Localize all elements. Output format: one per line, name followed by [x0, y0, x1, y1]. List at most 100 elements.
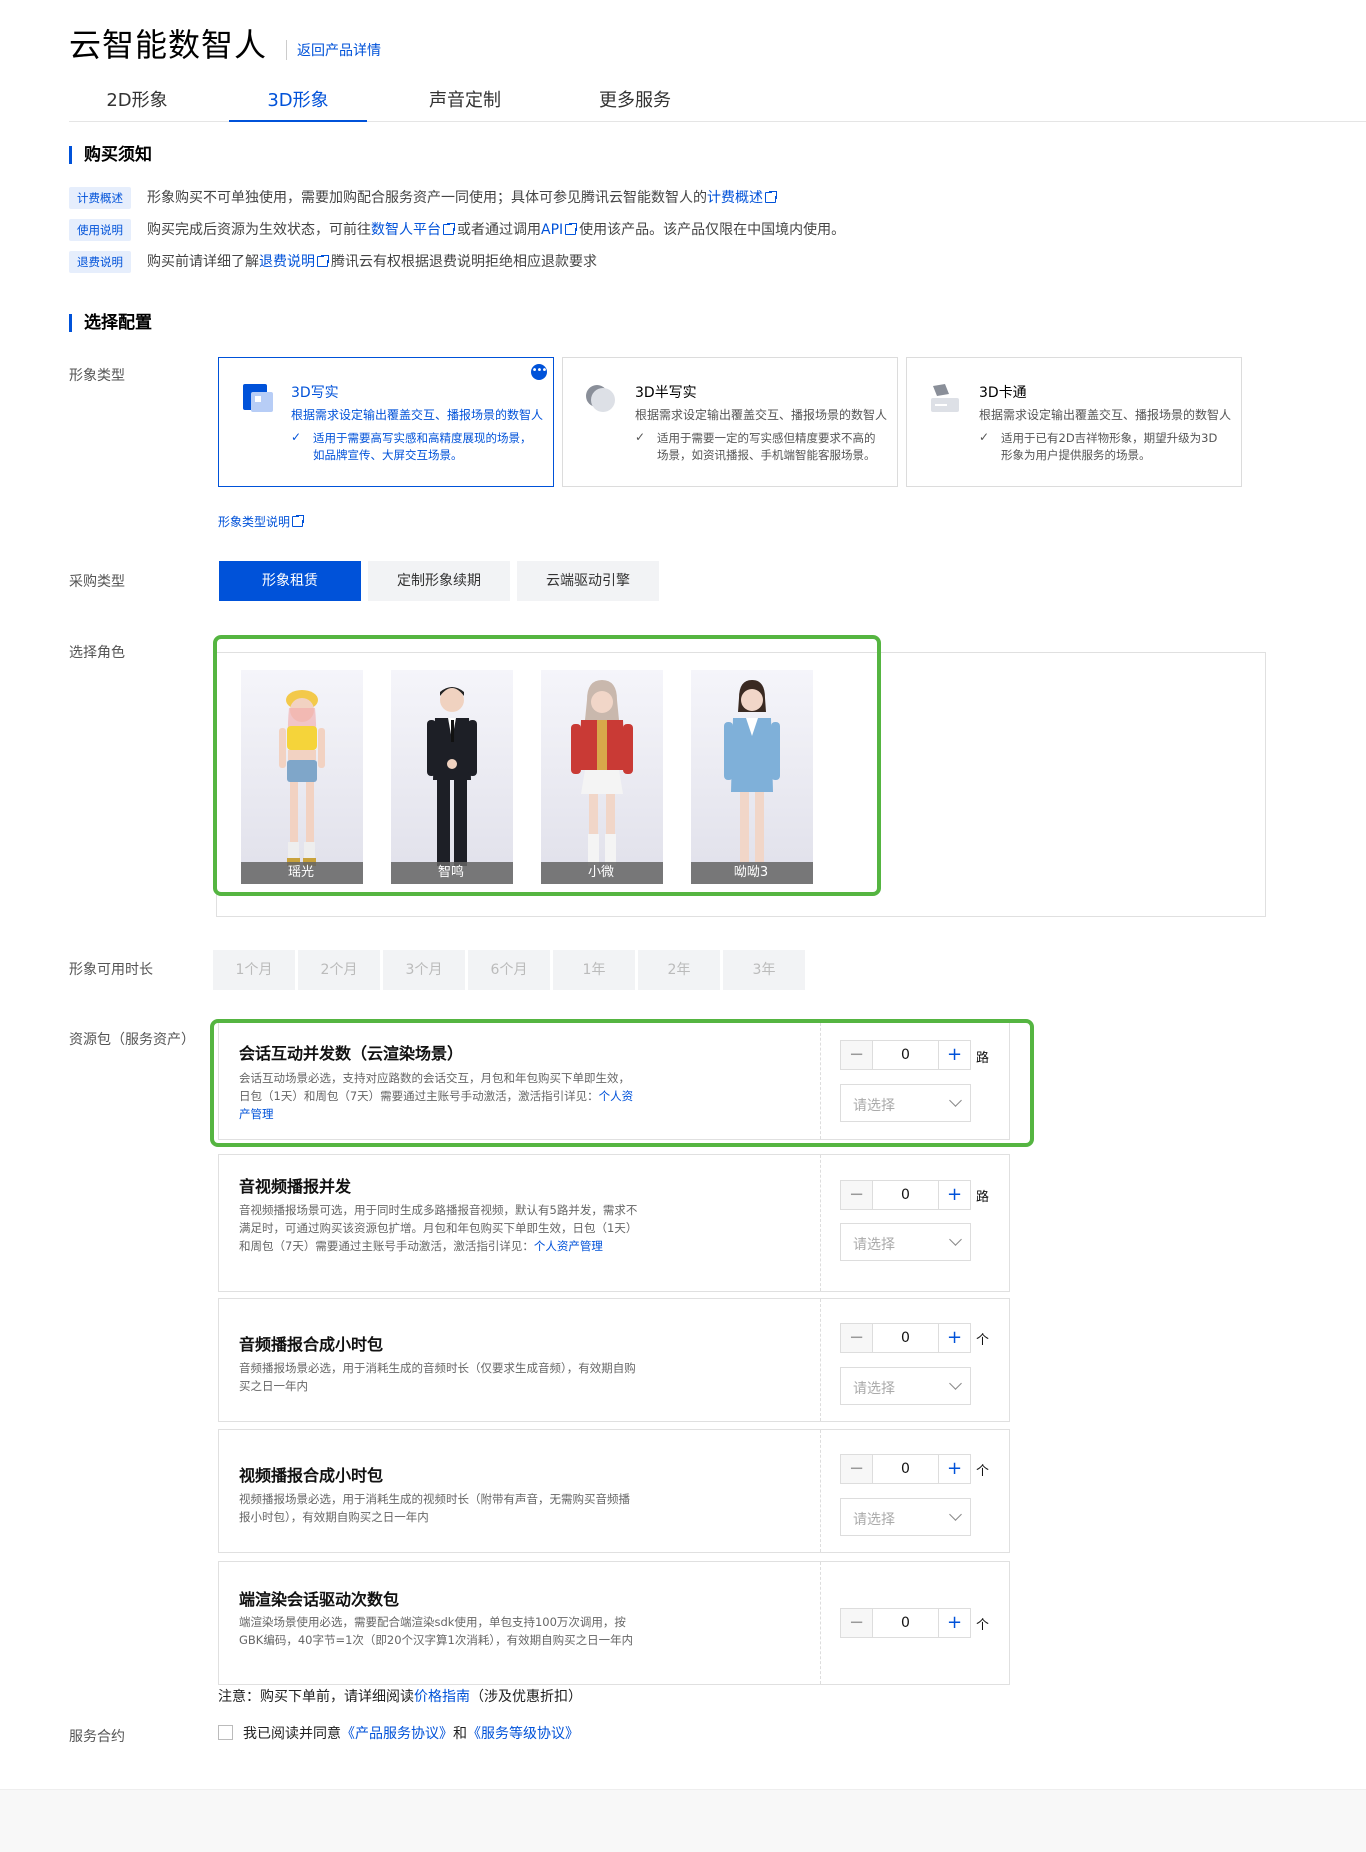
increment-button[interactable]: + — [938, 1181, 970, 1209]
quantity-value[interactable]: 0 — [873, 1609, 938, 1637]
quantity-stepper: − 0 + — [840, 1323, 971, 1353]
package-audio-hours: 音频播报合成小时包 音频播报场景必选，用于消耗生成的音频时长（仅要求生成音频），… — [218, 1298, 1010, 1422]
purchase-type-cloud-engine[interactable]: 云端驱动引擎 — [517, 561, 659, 601]
avatar-type-3d-semi-realistic[interactable]: 3D半写实 根据需求设定输出覆盖交互、播报场景的数智人 ✓ 适用于需要一定的写实… — [562, 357, 898, 487]
unit-label: 路 — [976, 1190, 990, 1205]
check-icon: ✓ — [979, 430, 990, 444]
asset-management-link[interactable]: 个人资产管理 — [534, 1239, 603, 1253]
select-placeholder: 请选择 — [853, 1512, 895, 1528]
check-icon: ✓ — [291, 430, 302, 444]
note-text: （涉及优惠折扣） — [470, 1689, 582, 1705]
duration-6-months[interactable]: 6个月 — [468, 950, 550, 990]
purchase-type-renewal[interactable]: 定制形象续期 — [368, 561, 510, 601]
agreement-text: 我已阅读并同意 — [243, 1726, 341, 1742]
period-select[interactable]: 请选择 — [840, 1223, 971, 1261]
package-desc: 音视频播报场景可选，用于同时生成多路播报音视频，默认有5路并发，需求不满足时，可… — [239, 1203, 638, 1253]
avatar-type-help-link[interactable]: 形象类型说明 — [218, 515, 290, 529]
type-feature: 适用于已有2D吉祥物形象，期望升级为3D形象为用户提供服务的场景。 — [1001, 431, 1218, 462]
agreement-text: 和 — [453, 1726, 467, 1742]
quantity-value[interactable]: 0 — [873, 1181, 938, 1209]
external-link-icon — [765, 190, 778, 203]
product-tabs: 2D形象 3D形象 声音定制 更多服务 — [69, 80, 1366, 122]
type-feature: 适用于需要高写实感和高精度展现的场景，如品牌宣传、大屏交互场景。 — [313, 431, 532, 462]
tab-more-services[interactable]: 更多服务 — [595, 86, 675, 122]
increment-button[interactable]: + — [938, 1324, 970, 1352]
price-guide-link[interactable]: 价格指南 — [414, 1689, 470, 1705]
notice-usage: 使用说明 购买完成后资源为生效状态，可前往数智人平台 或者通过调用API 使用该产品。… — [69, 219, 845, 241]
duration-1-year[interactable]: 1年 — [553, 950, 635, 990]
decrement-button[interactable]: − — [841, 1455, 873, 1483]
package-info: 音视频播报并发 音视频播报场景可选，用于同时生成多路播报音视频，默认有5路并发，… — [219, 1155, 821, 1291]
decrement-button[interactable]: − — [841, 1324, 873, 1352]
duration-3-months[interactable]: 3个月 — [383, 950, 465, 990]
notice-text: 形象购买不可单独使用，需要加购配合服务资产一同使用；具体可参见腾讯云智能数智人的 — [147, 190, 707, 206]
notice-tag: 退费说明 — [69, 251, 131, 273]
select-placeholder: 请选择 — [853, 1237, 895, 1253]
duration-1-month[interactable]: 1个月 — [213, 950, 295, 990]
semi-realistic-type-icon — [586, 385, 615, 412]
type-desc: 根据需求设定输出覆盖交互、播报场景的数智人 — [635, 408, 888, 422]
quantity-stepper: − 0 + — [840, 1180, 971, 1210]
duration-3-years[interactable]: 3年 — [723, 950, 805, 990]
refund-link[interactable]: 退费说明 — [259, 254, 315, 270]
chevron-down-icon — [949, 1377, 962, 1390]
tab-voice-custom[interactable]: 声音定制 — [425, 86, 505, 122]
resource-label: 资源包（服务资产） — [69, 1032, 195, 1048]
duration-2-years[interactable]: 2年 — [638, 950, 720, 990]
role-highlight-frame — [213, 635, 881, 896]
quantity-value[interactable]: 0 — [873, 1455, 938, 1483]
period-select[interactable]: 请选择 — [840, 1498, 971, 1536]
increment-button[interactable]: + — [938, 1455, 970, 1483]
avatar-type-3d-realistic[interactable]: 3D写实 根据需求设定输出覆盖交互、播报场景的数智人 ✓ 适用于需要高写实感和高… — [218, 357, 554, 487]
package-name: 音视频播报并发 — [239, 1177, 352, 1196]
duration-2-months[interactable]: 2个月 — [298, 950, 380, 990]
type-title: 3D半写实 — [635, 385, 697, 401]
config-title: 选择配置 — [69, 314, 152, 332]
more-icon[interactable]: ••• — [531, 364, 547, 380]
purchase-type-label: 采购类型 — [69, 574, 125, 590]
notice-text: 使用该产品。该产品仅限在中国境内使用。 — [579, 222, 846, 238]
type-desc: 根据需求设定输出覆盖交互、播报场景的数智人 — [291, 408, 544, 422]
purchase-type-lease[interactable]: 形象租赁 — [219, 561, 361, 601]
cartoon-type-icon — [931, 384, 959, 412]
package-video-hours: 视频播报合成小时包 视频播报场景必选，用于消耗生成的视频时长（附带有声音，无需购… — [218, 1429, 1010, 1553]
service-level-agreement-link[interactable]: 《服务等级协议》 — [467, 1726, 579, 1742]
agreement-checkbox[interactable] — [218, 1725, 233, 1740]
agreement-label: 服务合约 — [69, 1729, 125, 1745]
decrement-button[interactable]: − — [841, 1181, 873, 1209]
package-desc: 端渲染场景使用必选，需要配合端渲染sdk使用，单包支持100万次调用，按GBK编… — [239, 1615, 634, 1647]
tab-2d[interactable]: 2D形象 — [105, 86, 169, 122]
duration-label: 形象可用时长 — [69, 962, 153, 978]
unit-label: 个 — [976, 1333, 990, 1348]
package-info: 音频播报合成小时包 音频播报场景必选，用于消耗生成的音频时长（仅要求生成音频），… — [219, 1299, 821, 1421]
notice-refund: 退费说明 购买前请详细了解退费说明 腾讯云有权根据退费说明拒绝相应退款要求 — [69, 251, 597, 273]
quantity-value[interactable]: 0 — [873, 1324, 938, 1352]
platform-link[interactable]: 数智人平台 — [371, 222, 441, 238]
unit-label: 个 — [976, 1618, 990, 1633]
realistic-type-icon — [243, 384, 273, 412]
external-link-icon — [317, 254, 330, 267]
notice-tag: 计费概述 — [69, 187, 131, 209]
quantity-stepper: − 0 + — [840, 1608, 971, 1638]
notice-tag: 使用说明 — [69, 219, 131, 241]
package-edge-render-calls: 端渲染会话驱动次数包 端渲染场景使用必选，需要配合端渲染sdk使用，单包支持10… — [218, 1561, 1010, 1685]
avatar-type-help: 形象类型说明 — [218, 513, 306, 530]
package-name: 视频播报合成小时包 — [239, 1466, 384, 1485]
increment-button[interactable]: + — [938, 1609, 970, 1637]
tab-3d[interactable]: 3D形象 — [229, 86, 367, 122]
back-to-product-link[interactable]: 返回产品详情 — [286, 40, 381, 60]
type-title: 3D写实 — [291, 385, 339, 401]
package-desc: 音频播报场景必选，用于消耗生成的音频时长（仅要求生成音频），有效期自购买之日一年… — [239, 1361, 636, 1393]
period-select[interactable]: 请选择 — [840, 1367, 971, 1405]
role-label: 选择角色 — [69, 645, 125, 661]
decrement-button[interactable]: − — [841, 1609, 873, 1637]
package-highlight-frame — [210, 1019, 1034, 1147]
external-link-icon — [292, 514, 306, 527]
notice-billing: 计费概述 形象购买不可单独使用，需要加购配合服务资产一同使用；具体可参见腾讯云智能… — [69, 187, 779, 209]
package-name: 端渲染会话驱动次数包 — [239, 1590, 400, 1609]
product-service-agreement-link[interactable]: 《产品服务协议》 — [341, 1726, 453, 1742]
package-av-broadcast-concurrency: 音视频播报并发 音视频播报场景可选，用于同时生成多路播报音视频，默认有5路并发，… — [218, 1154, 1010, 1292]
billing-overview-link[interactable]: 计费概述 — [707, 190, 763, 206]
avatar-type-3d-cartoon[interactable]: 3D卡通 根据需求设定输出覆盖交互、播报场景的数智人 ✓ 适用于已有2D吉祥物形… — [906, 357, 1242, 487]
api-link[interactable]: API — [541, 222, 563, 238]
